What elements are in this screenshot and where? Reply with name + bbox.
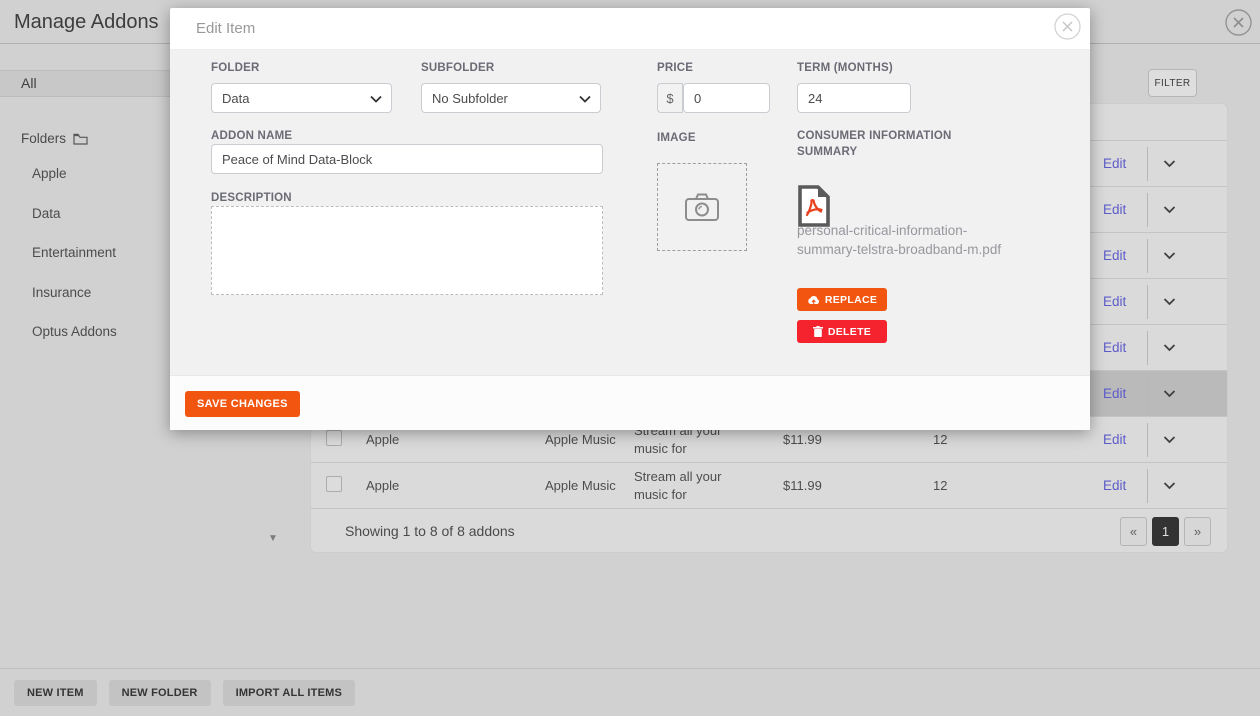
pdf-file-icon [797, 185, 831, 227]
price-label: PRICE [657, 60, 693, 76]
term-input[interactable] [797, 83, 911, 113]
price-currency-prefix: $ [657, 83, 683, 113]
delete-button[interactable]: DELETE [797, 320, 887, 343]
addon-name-label: ADDON NAME [211, 128, 292, 144]
modal-title: Edit Item [196, 8, 255, 50]
cloud-upload-icon [807, 295, 820, 305]
image-upload-dropzone[interactable] [657, 163, 747, 251]
modal-header: Edit Item [170, 8, 1090, 50]
cis-label: CONSUMER INFORMATION SUMMARY [797, 128, 977, 160]
cis-filename: personal-critical-information-summary-te… [797, 222, 1007, 259]
replace-button[interactable]: REPLACE [797, 288, 887, 311]
modal-close-icon[interactable] [1054, 13, 1081, 40]
trash-icon [813, 326, 823, 337]
subfolder-label: SUBFOLDER [421, 60, 494, 76]
price-input[interactable] [683, 83, 770, 113]
modal-body: FOLDER Data SUBFOLDER No Subfolder PRICE… [170, 50, 1090, 375]
image-label: IMAGE [657, 130, 696, 146]
delete-button-label: DELETE [828, 326, 871, 338]
replace-button-label: REPLACE [825, 294, 877, 306]
save-changes-button[interactable]: SAVE CHANGES [185, 391, 300, 417]
description-textarea[interactable] [211, 206, 603, 295]
edit-item-modal: Edit Item FOLDER Data SUBFOLDER No Subfo… [170, 8, 1090, 430]
folder-select[interactable]: Data [211, 83, 392, 113]
camera-icon [684, 192, 720, 222]
description-label: DESCRIPTION [211, 190, 292, 206]
term-label: TERM (MONTHS) [797, 60, 893, 76]
subfolder-select[interactable]: No Subfolder [421, 83, 601, 113]
folder-label: FOLDER [211, 60, 259, 76]
addon-name-input[interactable] [211, 144, 603, 174]
modal-footer: SAVE CHANGES [170, 375, 1090, 430]
